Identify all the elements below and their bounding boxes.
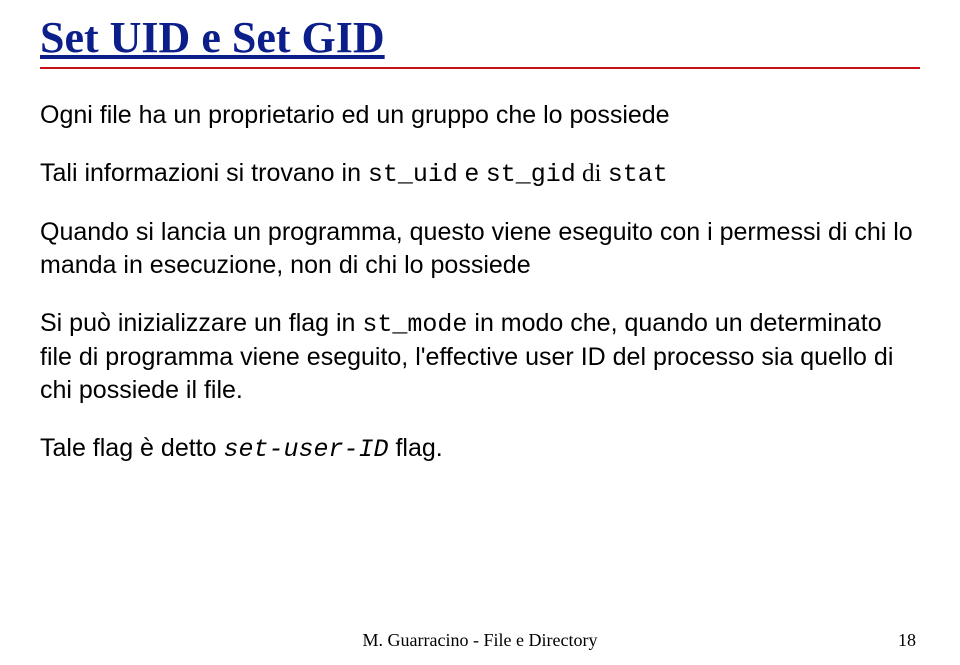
code-st-uid: st_uid bbox=[368, 160, 458, 189]
paragraph-4: Si può inizializzare un flag in st_mode … bbox=[40, 307, 920, 407]
footer-text: M. Guarracino - File e Directory bbox=[0, 630, 960, 651]
code-st-mode: st_mode bbox=[362, 310, 467, 339]
text: e bbox=[458, 159, 486, 187]
paragraph-1: Ogni file ha un proprietario ed un grupp… bbox=[40, 99, 920, 132]
text: di bbox=[576, 160, 608, 187]
text: Si può inizializzare un flag in bbox=[40, 309, 362, 337]
text: Tali informazioni si trovano in bbox=[40, 159, 368, 187]
text: flag. bbox=[389, 434, 443, 462]
text: Tale flag è detto bbox=[40, 434, 223, 462]
paragraph-3: Quando si lancia un programma, questo vi… bbox=[40, 216, 920, 282]
slide-title: Set UID e Set GID bbox=[40, 10, 920, 67]
paragraph-2: Tali informazioni si trovano in st_uid e… bbox=[40, 157, 920, 191]
title-underline-rule bbox=[40, 67, 920, 69]
paragraph-5: Tale flag è detto set-user-ID flag. bbox=[40, 432, 920, 466]
code-set-user-id: set-user-ID bbox=[223, 435, 388, 464]
code-stat: stat bbox=[608, 160, 668, 189]
slide-body: Ogni file ha un proprietario ed un grupp… bbox=[40, 99, 920, 466]
slide: Set UID e Set GID Ogni file ha un propri… bbox=[0, 0, 960, 665]
code-st-gid: st_gid bbox=[486, 160, 576, 189]
page-number: 18 bbox=[898, 630, 916, 651]
